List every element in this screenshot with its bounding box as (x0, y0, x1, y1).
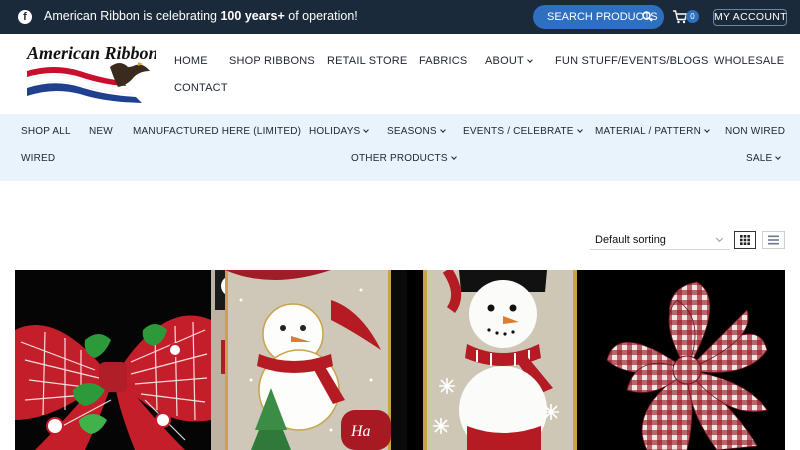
category-holidays[interactable]: HOLIDAYS (309, 126, 370, 137)
chevron-down-icon (775, 154, 782, 160)
announcement-text: American Ribbon is celebrating 100 years… (44, 9, 358, 23)
chevron-down-icon (439, 127, 446, 133)
chevron-down-icon (704, 127, 710, 133)
category-navigation: SHOP ALL NEW MANUFACTURED HERE (LIMITED)… (0, 114, 800, 181)
category-shop-all[interactable]: SHOP ALL (21, 126, 71, 137)
nav-retail-store[interactable]: RETAIL STORE (327, 55, 407, 67)
search-products-button[interactable]: SEARCH PRODUCTS (533, 5, 664, 29)
category-events-celebrate[interactable]: EVENTS / CELEBRATE (463, 126, 583, 137)
nav-contact[interactable]: CONTACT (174, 82, 228, 94)
chevron-down-icon (363, 127, 370, 133)
svg-text:Ha: Ha (350, 423, 371, 440)
product-image-red-gingham-bow[interactable] (587, 270, 785, 450)
nav-home[interactable]: HOME (174, 55, 208, 67)
nav-wholesale[interactable]: WHOLESALE (714, 55, 784, 67)
product-grid: Ha (15, 270, 785, 450)
nav-fabrics[interactable]: FABRICS (419, 55, 467, 67)
product-image-snowman-scarf-ribbon[interactable] (407, 270, 587, 450)
chevron-down-icon (576, 127, 583, 133)
nav-shop-ribbons[interactable]: SHOP RIBBONS (229, 55, 315, 67)
grid-icon (740, 235, 750, 245)
product-image-snowman-linen-ribbon[interactable]: Ha (211, 270, 407, 450)
category-material-pattern[interactable]: MATERIAL / PATTERN (595, 126, 710, 137)
category-wired[interactable]: WIRED (21, 153, 55, 164)
svg-text:American Ribbon: American Ribbon (26, 43, 156, 63)
facebook-icon[interactable]: f (18, 10, 32, 24)
chevron-down-icon (715, 234, 724, 243)
category-non-wired[interactable]: NON WIRED (725, 126, 785, 137)
site-logo[interactable]: American Ribbon (24, 41, 156, 105)
nav-about[interactable]: ABOUT (485, 55, 533, 67)
my-account-button[interactable]: MY ACCOUNT (713, 9, 787, 26)
category-new[interactable]: NEW (89, 126, 113, 137)
category-sale[interactable]: SALE (746, 153, 782, 164)
chevron-down-icon (527, 57, 533, 63)
announcement-bar: f American Ribbon is celebrating 100 yea… (0, 0, 800, 34)
chevron-down-icon (450, 154, 457, 160)
nav-fun-stuff[interactable]: FUN STUFF/EVENTS/BLOGS (555, 55, 709, 67)
site-header: American Ribbon HOME SHOP RIBBONS RETAIL… (0, 34, 800, 114)
category-seasons[interactable]: SEASONS (387, 126, 446, 137)
list-icon (768, 235, 779, 245)
list-view-button[interactable] (762, 231, 785, 249)
sort-select[interactable]: Default sorting (590, 230, 730, 250)
category-manufactured-here[interactable]: MANUFACTURED HERE (LIMITED) (133, 126, 301, 137)
grid-view-button[interactable] (734, 231, 756, 249)
category-other-products[interactable]: OTHER PRODUCTS (351, 153, 457, 164)
search-icon (642, 11, 653, 22)
cart-count-badge: 0 (686, 10, 699, 23)
product-image-christmas-grinch-bow[interactable] (15, 270, 211, 450)
